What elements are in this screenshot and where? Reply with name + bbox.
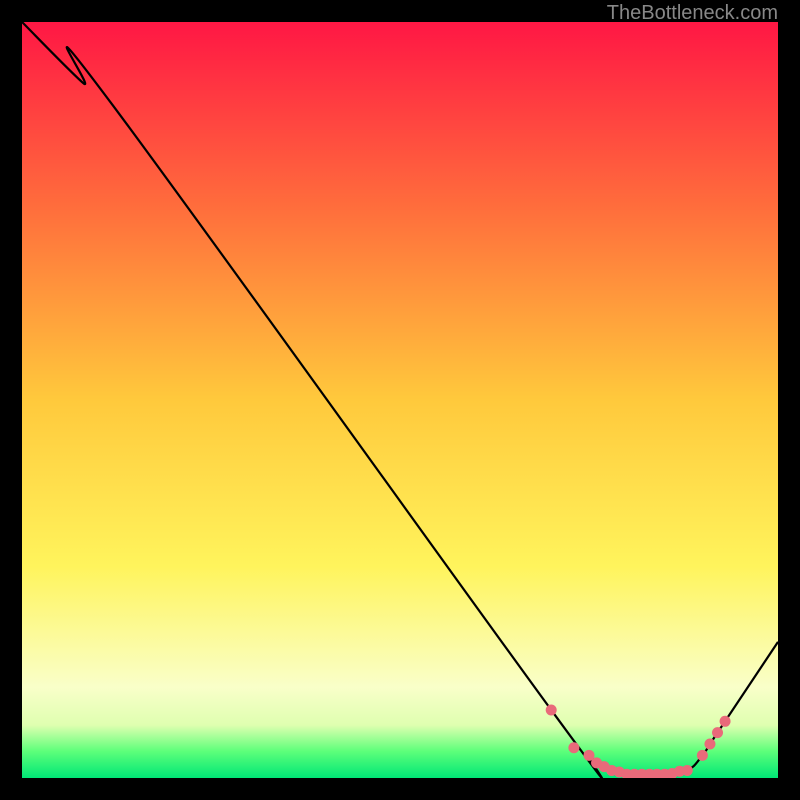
marker-point	[720, 716, 731, 727]
chart-container	[22, 22, 778, 790]
marker-point	[568, 742, 579, 753]
marker-point	[697, 750, 708, 761]
marker-point	[546, 704, 557, 715]
marker-point	[682, 765, 693, 776]
watermark-text: TheBottleneck.com	[607, 2, 778, 25]
marker-point	[712, 727, 723, 738]
bottleneck-chart	[22, 22, 778, 778]
marker-point	[704, 738, 715, 749]
